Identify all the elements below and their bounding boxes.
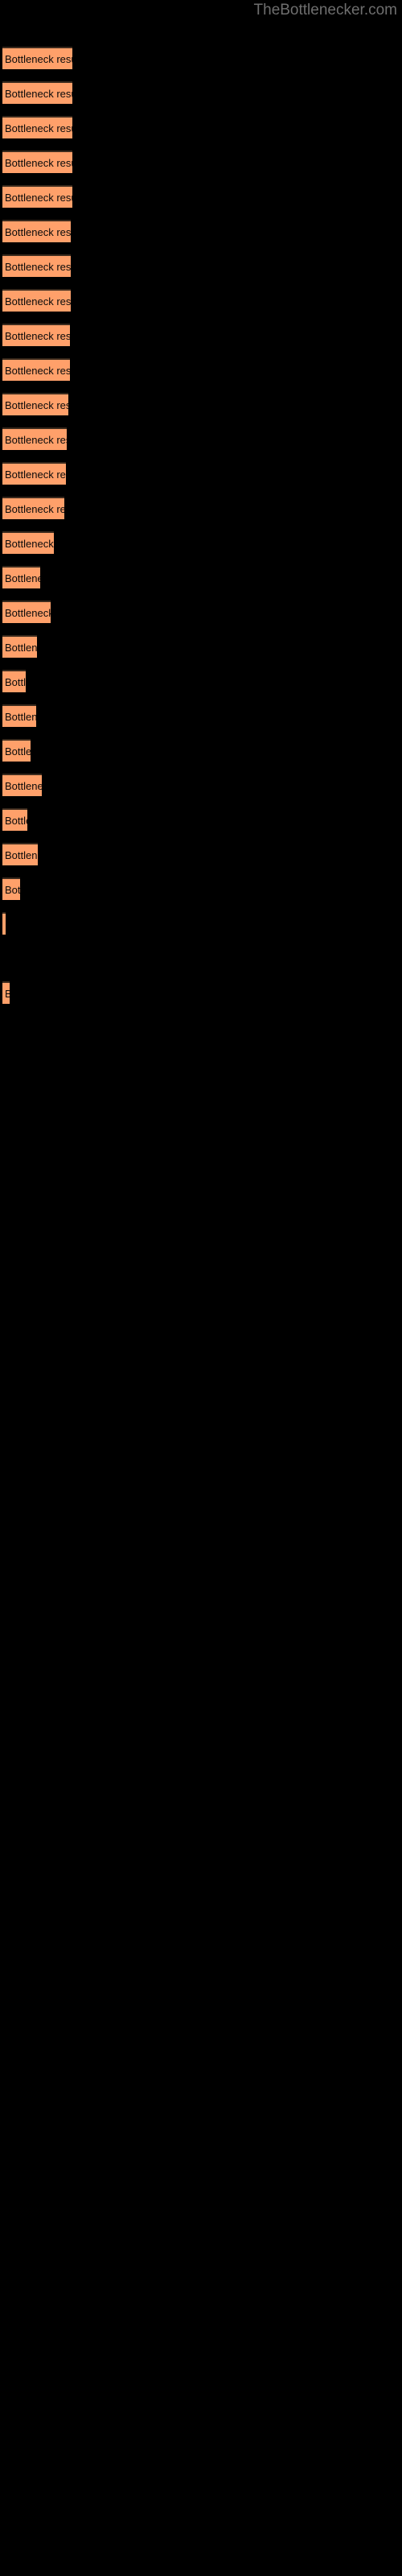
bar-label: Bottleneck result [5,399,68,411]
bar-label: Bottleneck result [5,330,70,342]
bar-label: Bottleneck result [5,192,72,204]
bar-segment[interactable]: Bottleneck result [2,635,37,658]
bar-label: Bottleneck result [5,226,71,238]
bar-segment[interactable]: Bottleneck result [2,289,71,312]
bar-segment[interactable]: Bottleneck result [2,601,51,623]
bar-segment[interactable]: Bottleneck result [2,47,72,69]
bar-segment[interactable]: Bottleneck result [2,877,20,900]
bar-segment[interactable]: Bottleneck result [2,151,72,173]
bar-label: Bottleneck result [5,469,66,481]
bar-segment[interactable]: Bottleneck result [2,566,40,588]
bar-label: Bottleneck result [5,434,67,446]
bar-segment[interactable]: Bottleneck result [2,670,26,692]
bar-label: Bottleneck result [5,572,40,584]
bar-segment[interactable]: Bottleneck result [2,254,71,277]
bar-segment[interactable]: Bottleneck result [2,462,66,485]
bar-segment[interactable]: Bottleneck result [2,497,64,519]
bar-segment[interactable]: Bottleneck result [2,739,31,762]
bar-segment[interactable]: Bottleneck result [2,116,72,138]
bar-segment[interactable]: Bottleneck result [2,912,6,935]
bar-label: Bottleneck result [5,745,31,758]
bar-segment[interactable]: Bottleneck result [2,704,36,727]
bar-segment[interactable]: Bottleneck result [2,324,70,346]
bar-segment[interactable]: Bottleneck result [2,774,42,796]
bar-label: Bottleneck result [5,607,51,619]
bar-segment[interactable]: Bottleneck result [2,81,72,104]
bar-segment[interactable]: Bottleneck result [2,185,72,208]
bar-label: Bottleneck result [5,815,27,827]
bottleneck-bar-chart: TheBottlenecker.com Bottleneck result Bot… [0,0,402,2576]
bar-segment[interactable]: Bottleneck result [2,358,70,381]
bar-label: Bottleneck result [5,503,64,515]
bar-label: Bottleneck result [5,295,71,308]
bar-label: Bottleneck result [5,53,72,65]
bar-segment[interactable]: Bottleneck result [2,393,68,415]
bar-label: Bottleneck result [5,88,72,100]
bar-label: Bottleneck result [5,711,36,723]
bar-segment[interactable]: Bottleneck result [2,220,71,242]
bar-segment[interactable]: Bottleneck result [2,427,67,450]
bar-segment[interactable]: Bottleneck result [2,531,54,554]
bar-label: Bottleneck result [5,986,10,1002]
bar-segment[interactable]: Bottleneck result [2,808,27,831]
bar-label: Bottleneck result [5,538,54,550]
bar-label: Bottleneck result [5,917,6,933]
site-title: TheBottlenecker.com [253,2,397,19]
bar-label: Bottleneck result [5,849,38,861]
bar-label: Bottleneck result [5,157,72,169]
bar-label: Bottleneck result [5,122,72,134]
bar-label: Bottleneck result [5,261,71,273]
bar-segment[interactable]: Bottleneck result [2,843,38,865]
bar-label: Bottleneck result [5,780,42,792]
bar-label: Bottleneck result [5,676,26,688]
bar-label: Bottleneck result [5,365,70,377]
bar-label: Bottleneck result [5,884,20,896]
bar-segment[interactable]: Bottleneck result [2,981,10,1004]
bar-label: Bottleneck result [5,642,37,654]
